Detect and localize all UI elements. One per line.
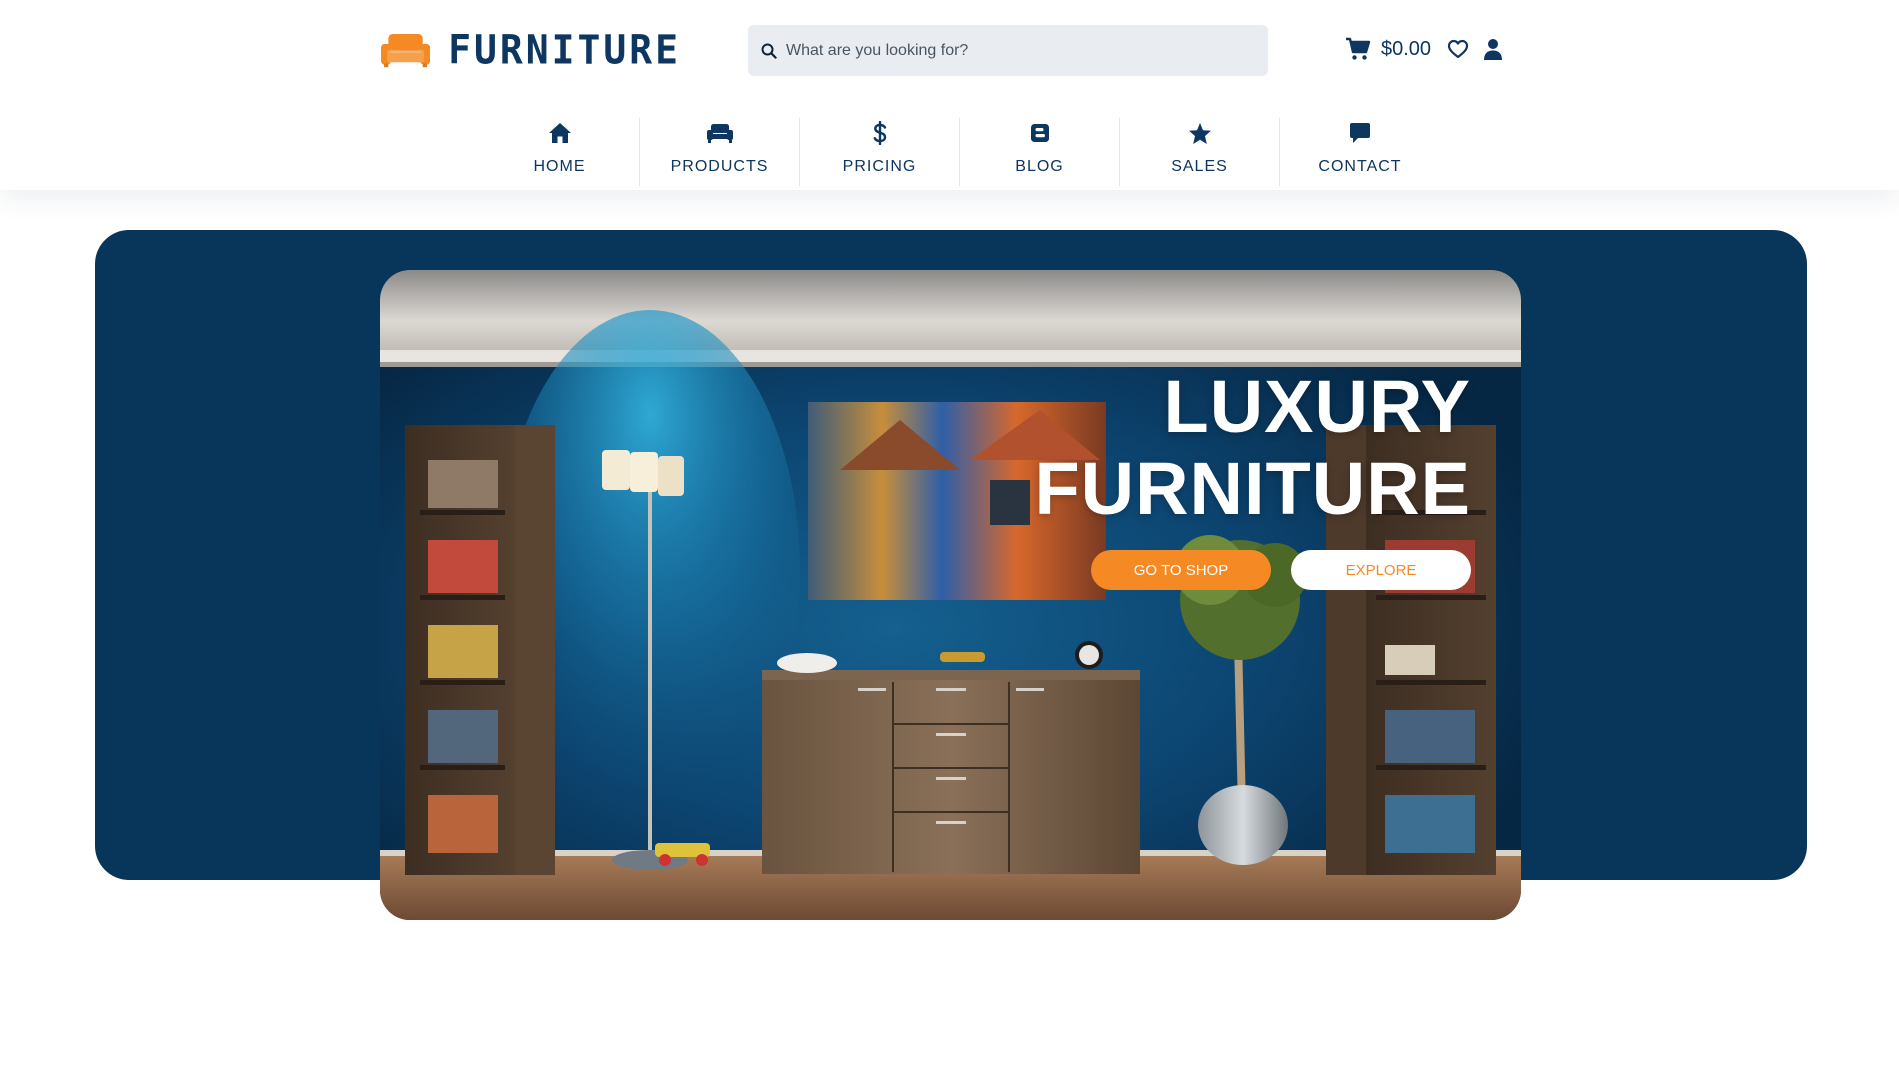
- search-bar: [748, 25, 1268, 76]
- cart-button[interactable]: [1345, 37, 1371, 61]
- account-button[interactable]: [1483, 38, 1503, 60]
- nav-label-home: HOME: [533, 158, 586, 175]
- hero-title: LUXURY FURNITURE: [1034, 366, 1471, 530]
- hero-buttons: GO TO SHOP EXPLORE: [1091, 550, 1471, 590]
- go-to-shop-button[interactable]: GO TO SHOP: [1091, 550, 1271, 590]
- nav-label-pricing: PRICING: [842, 158, 917, 175]
- nav-item-contact[interactable]: CONTACT: [1280, 118, 1440, 186]
- nav-item-blog[interactable]: BLOG: [960, 118, 1120, 186]
- hero-banner: LUXURY FURNITURE GO TO SHOP EXPLORE: [380, 270, 1521, 920]
- wishlist-button[interactable]: [1447, 39, 1469, 59]
- sofa-icon: [706, 120, 734, 146]
- cart-icon: [1346, 37, 1371, 60]
- nav-label-contact: CONTACT: [1318, 158, 1402, 175]
- nav-label-products: PRODUCTS: [670, 158, 769, 175]
- nav-item-sales[interactable]: SALES: [1120, 118, 1280, 186]
- brand-name: FURNITURE: [448, 26, 681, 74]
- dollar-icon: [873, 120, 887, 146]
- search-icon[interactable]: [760, 42, 778, 60]
- hero-title-line-1: LUXURY: [1163, 365, 1471, 448]
- blog-icon: [1030, 120, 1050, 146]
- nav-item-pricing[interactable]: PRICING: [800, 118, 960, 186]
- star-icon: [1188, 120, 1212, 146]
- main-nav: HOME PRODUCTS PRICING BLOG SALES CONTACT: [480, 118, 1440, 186]
- heart-icon: [1447, 39, 1469, 59]
- search-input[interactable]: [786, 25, 1268, 76]
- nav-label-sales: SALES: [1171, 158, 1228, 175]
- nav-label-blog: BLOG: [1015, 158, 1064, 175]
- brand-logo[interactable]: FURNITURE: [381, 22, 681, 78]
- user-icon: [1484, 39, 1503, 60]
- cart-total[interactable]: $0.00: [1381, 38, 1431, 61]
- sofa-logo-icon: [381, 34, 431, 68]
- home-icon: [548, 120, 572, 146]
- hero-title-line-2: FURNITURE: [1034, 447, 1471, 530]
- comment-icon: [1349, 120, 1371, 146]
- nav-item-products[interactable]: PRODUCTS: [640, 118, 800, 186]
- header-actions: $0.00: [1345, 30, 1503, 68]
- nav-item-home[interactable]: HOME: [480, 118, 640, 186]
- explore-button[interactable]: EXPLORE: [1291, 550, 1471, 590]
- site-header: FURNITURE $0.00: [0, 0, 1899, 190]
